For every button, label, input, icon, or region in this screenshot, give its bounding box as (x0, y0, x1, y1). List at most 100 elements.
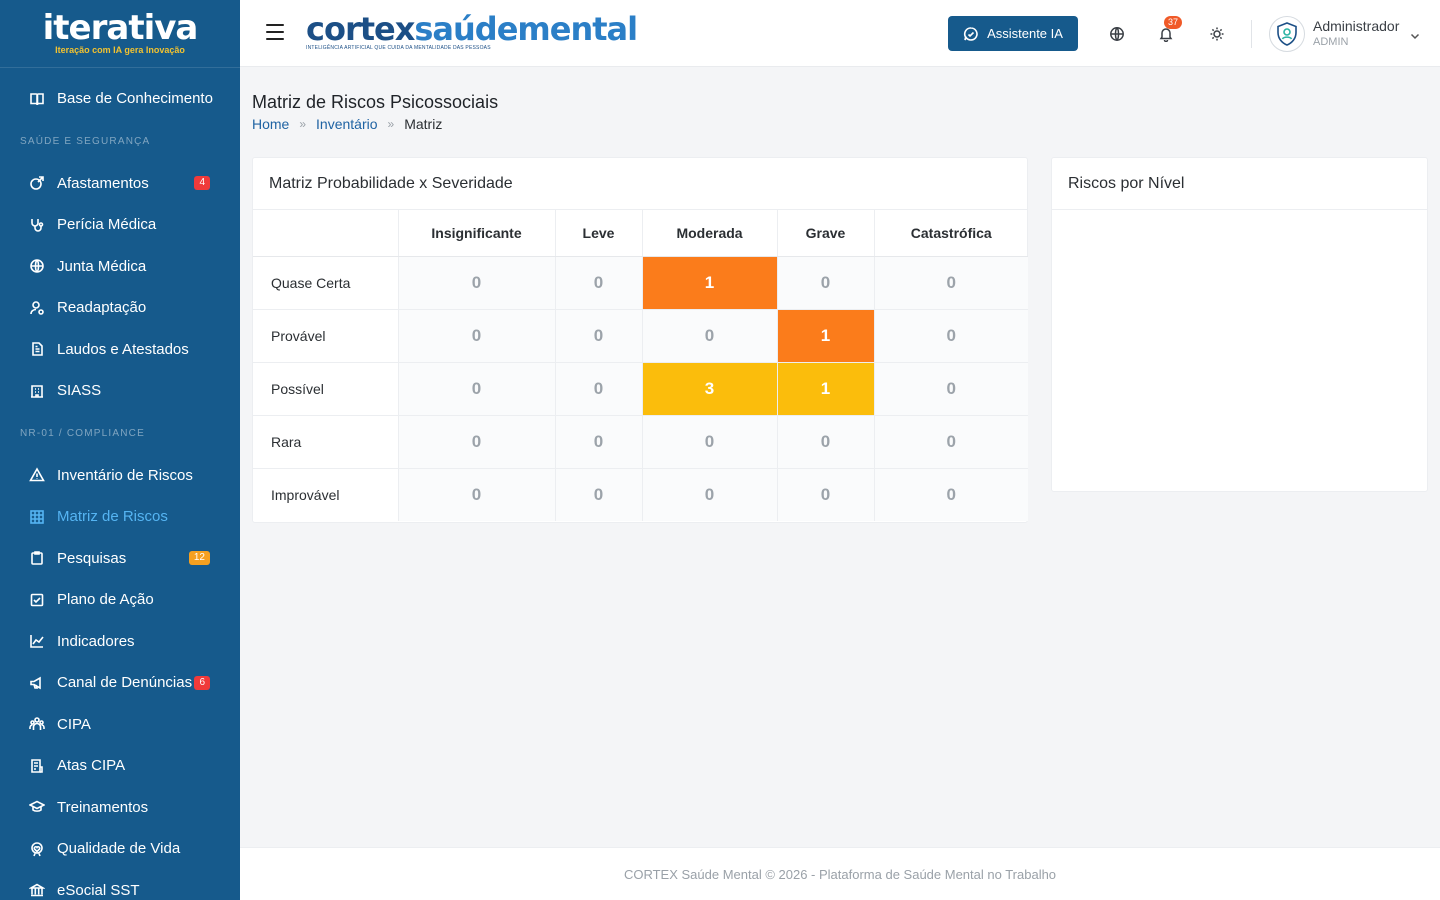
user-name[interactable]: Administrador (1313, 18, 1399, 34)
sidebar-item-label: Matriz de Riscos (57, 508, 168, 526)
sidebar-item-qualidade-de-vida[interactable]: Qualidade de Vida (0, 828, 240, 870)
matrix-cell[interactable]: 0 (873, 415, 1028, 469)
matrix-cell[interactable]: 0 (776, 468, 874, 521)
breadcrumb-current: Matriz (404, 116, 443, 132)
sidebar-item-matriz-de-riscos[interactable]: Matriz de Riscos (0, 496, 240, 538)
matrix-cell[interactable]: 0 (554, 468, 642, 521)
sidebar-item-treinamentos[interactable]: Treinamentos (0, 787, 240, 829)
matrix-cell[interactable]: 0 (397, 468, 555, 521)
severity-column-header: Catastrófica (873, 210, 1028, 257)
matrix-cell[interactable]: 0 (397, 309, 555, 363)
matrix-cell[interactable]: 0 (554, 415, 642, 469)
brand-logo[interactable]: iterativa Iteração com IA gera Inovação (0, 0, 240, 68)
matrix-cell[interactable]: 0 (641, 468, 777, 521)
matrix-cell[interactable]: 0 (397, 362, 555, 416)
matrix-cell[interactable]: 1 (641, 256, 777, 310)
chevron-down-icon[interactable] (1410, 28, 1420, 40)
sidebar-item-label: Canal de Denúncias (57, 674, 193, 692)
risk-matrix-card: Matriz Probabilidade x Severidade Insign… (252, 157, 1028, 523)
probability-row-label: Provável (253, 309, 398, 363)
brand-tagline: Iteração com IA gera Inovação (55, 45, 185, 55)
matrix-cell[interactable]: 0 (776, 256, 874, 310)
sidebar-item-label: SIASS (57, 382, 102, 400)
matrix-cell[interactable]: 0 (397, 415, 555, 469)
notifications-badge: 37 (1164, 16, 1183, 29)
cortex-logo[interactable]: cortexsaúdemental INTELIGÊNCIA ARTIFICIA… (306, 12, 638, 51)
risks-by-level-title: Riscos por Nível (1052, 158, 1427, 210)
sidebar-item-label: Perícia Médica (57, 216, 157, 234)
globe-icon[interactable] (1109, 26, 1125, 42)
sidebar-item-afastamentos[interactable]: Afastamentos 4 (0, 163, 240, 205)
user-avatar[interactable] (1269, 16, 1305, 52)
sidebar-item-plano-de-acao[interactable]: Plano de Ação (0, 579, 240, 621)
sidebar-item-canal-de-denuncias[interactable]: Canal de Denúncias 6 (0, 662, 240, 704)
severity-column-header: Insignificante (397, 210, 555, 257)
footer-text: CORTEX Saúde Mental © 2026 - Plataforma … (623, 866, 1057, 882)
matrix-cell[interactable]: 0 (641, 309, 777, 363)
user-cog-icon (29, 300, 45, 316)
sidebar-item-base-de-conhecimento[interactable]: Base de Conhecimento (0, 78, 240, 120)
sidebar-item-label: Inventário de Riscos (57, 466, 193, 484)
matrix-cell[interactable]: 0 (641, 415, 777, 469)
sidebar-item-cipa[interactable]: CIPA (0, 704, 240, 746)
matrix-cell[interactable]: 1 (776, 309, 874, 363)
matrix-cell[interactable]: 0 (554, 309, 642, 363)
sidebar-item-inventario-de-riscos[interactable]: Inventário de Riscos (0, 455, 240, 497)
sidebar-nav: Base de Conhecimento SAÚDE E SEGURANÇA Afa… (0, 68, 240, 900)
ai-assistant-button[interactable]: Assistente IA (948, 16, 1078, 51)
matrix-cell[interactable]: 0 (873, 309, 1028, 363)
matrix-cell[interactable]: 0 (397, 256, 555, 310)
sidebar-item-indicadores[interactable]: Indicadores (0, 621, 240, 663)
matrix-cell[interactable]: 3 (641, 362, 777, 416)
sidebar-item-atas-cipa[interactable]: Atas CIPA (0, 745, 240, 787)
hamburger-icon[interactable] (266, 24, 284, 40)
sidebar-item-pesquisas[interactable]: Pesquisas 12 (0, 538, 240, 580)
brand-name: iterativa (42, 8, 199, 48)
sidebar-item-label: CIPA (57, 715, 91, 733)
matrix-cell[interactable]: 0 (873, 256, 1028, 310)
breadcrumb-inventory[interactable]: Inventário (316, 116, 377, 132)
sun-icon[interactable] (1209, 26, 1225, 42)
sidebar-section-heading: SAÚDE E SEGURANÇA (20, 135, 151, 147)
matrix-body: Quase Certa 0 0 1 0 0 Provável 0 0 0 1 0 Possível 0 0 3… (253, 256, 1028, 521)
probability-row-label: Improvável (253, 468, 398, 521)
user-role: ADMIN (1313, 36, 1349, 48)
severity-column-header: Grave (776, 210, 874, 257)
matrix-row: Rara 0 0 0 0 0 (253, 415, 1028, 469)
clipboard-icon (29, 550, 45, 566)
severity-column-header: Moderada (641, 210, 777, 257)
probability-row-label: Possível (253, 362, 398, 416)
sidebar-item-readaptacao[interactable]: Readaptação (0, 287, 240, 329)
megaphone-icon (29, 675, 45, 691)
users-icon (29, 716, 45, 732)
sidebar-item-label: Readaptação (57, 299, 147, 317)
probability-row-label: Rara (253, 415, 398, 469)
sidebar-item-junta-medica[interactable]: Junta Médica (0, 246, 240, 288)
book-icon (29, 91, 45, 107)
sidebar-item-esocial-sst[interactable]: eSocial SST (0, 870, 240, 900)
matrix-cell[interactable]: 0 (554, 362, 642, 416)
sidebar-item-label: eSocial SST (57, 881, 140, 899)
notes-icon (29, 758, 45, 774)
matrix-cell[interactable]: 0 (554, 256, 642, 310)
heart-icon (29, 841, 45, 857)
sidebar-item-pericia-medica[interactable]: Perícia Médica (0, 204, 240, 246)
matrix-cell[interactable]: 0 (873, 362, 1028, 416)
sidebar-item-siass[interactable]: SIASS (0, 370, 240, 412)
warning-icon (29, 467, 45, 483)
matrix-row: Quase Certa 0 0 1 0 0 (253, 256, 1028, 310)
matrix-row: Improvável 0 0 0 0 0 (253, 468, 1028, 521)
chat-ai-icon (964, 26, 978, 41)
globe-icon (29, 258, 45, 274)
breadcrumb-home[interactable]: Home (252, 116, 289, 132)
matrix-cell[interactable]: 0 (776, 415, 874, 469)
matrix-cell[interactable]: 0 (873, 468, 1028, 521)
sidebar-item-laudos-e-atestados[interactable]: Laudos e Atestados (0, 329, 240, 371)
matrix-cell[interactable]: 1 (776, 362, 874, 416)
bank-icon (29, 882, 45, 898)
sidebar-item-label: Treinamentos (57, 798, 149, 816)
matrix-corner-cell (253, 210, 398, 257)
top-header: cortexsaúdemental INTELIGÊNCIA ARTIFICIA… (240, 0, 1440, 67)
leave-icon (29, 175, 45, 191)
ai-assistant-label: Assistente IA (987, 26, 1063, 41)
